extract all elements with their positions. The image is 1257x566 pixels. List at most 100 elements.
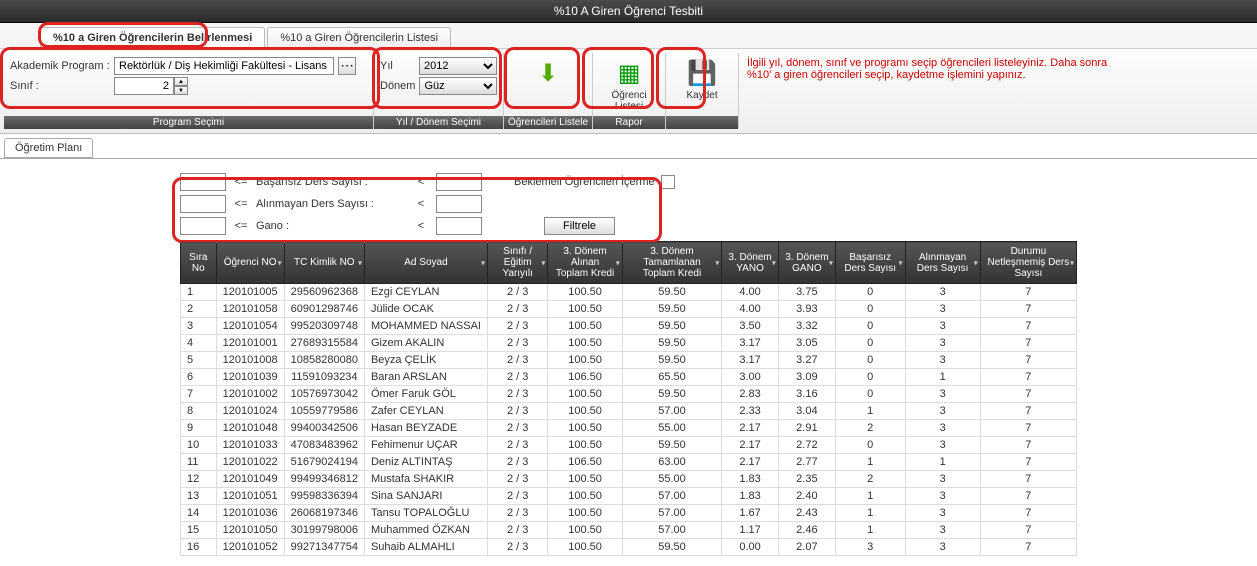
table-row[interactable]: 1012010103347083483962Fehimenur UÇAR2 / … — [181, 437, 1077, 454]
button-kaydet[interactable]: 💾 Kaydet — [672, 55, 732, 103]
cell-sira: 8 — [181, 403, 217, 420]
table-row[interactable]: 712010100210576973042Ömer Faruk GÖL2 / 3… — [181, 386, 1077, 403]
table-row[interactable]: 1112010102251679024194Deniz ALTINTAŞ2 / … — [181, 454, 1077, 471]
col-alinmayan[interactable]: Alınmayan Ders Sayısı▾ — [905, 242, 980, 284]
col-alinan-kredi[interactable]: 3. Dönem Alınan Toplam Kredi▾ — [548, 242, 622, 284]
report-label-1: Öğrenci — [607, 90, 651, 101]
cell-netlesmemis: 7 — [980, 318, 1076, 335]
cell-basarisiz: 1 — [835, 454, 905, 471]
button-ogrencileri-listele[interactable]: ⬇ — [510, 55, 586, 103]
cell-alinmayan: 3 — [905, 318, 980, 335]
col-netlesmemis[interactable]: Durumu Netleşmemiş Ders Sayısı▾ — [980, 242, 1076, 284]
cell-adsoyad: Tansu TOPALOĞLU — [364, 505, 487, 522]
col-tc[interactable]: TC Kimlik NO▾ — [284, 242, 364, 284]
cell-netlesmemis: 7 — [980, 505, 1076, 522]
table-row[interactable]: 312010105499520309748MOHAMMED NASSAI2 / … — [181, 318, 1077, 335]
filter-icon[interactable]: ▾ — [829, 258, 833, 267]
tab-listesi[interactable]: %10 a Giren Öğrencilerin Listesi — [267, 27, 451, 48]
sinif-down-button[interactable]: ▼ — [174, 86, 188, 95]
cell-tamamlanan-kredi: 55.00 — [622, 420, 722, 437]
cell-gano: 2.91 — [778, 420, 835, 437]
cell-basarisiz: 0 — [835, 437, 905, 454]
input-basarisiz-max[interactable] — [436, 173, 482, 191]
select-yil[interactable]: 2012 — [419, 57, 497, 75]
input-alinmayan-max[interactable] — [436, 195, 482, 213]
input-sinif[interactable] — [114, 77, 174, 95]
filter-icon[interactable]: ▾ — [616, 258, 620, 267]
table-row[interactable]: 1412010103626068197346Tansu TOPALOĞLU2 /… — [181, 505, 1077, 522]
col-sinif-yariyil[interactable]: Sınıfı / Eğitim Yarıyılı▾ — [487, 242, 547, 284]
cell-netlesmemis: 7 — [980, 352, 1076, 369]
table-row[interactable]: 1512010105030199798006Muhammed ÖZKAN2 / … — [181, 522, 1077, 539]
select-donem[interactable]: Güz — [419, 77, 497, 95]
sinif-up-button[interactable]: ▲ — [174, 77, 188, 86]
tab-ogretim-plani[interactable]: Öğretim Planı — [4, 138, 93, 158]
col-tamamlanan-kredi[interactable]: 3. Dönem Tamamlanan Toplam Kredi▾ — [622, 242, 722, 284]
filter-icon[interactable]: ▾ — [715, 258, 719, 267]
filter-row-gano: <= Gano : < Filtrele — [180, 217, 1257, 235]
cell-ogrenci-no: 120101008 — [216, 352, 284, 369]
table-row[interactable]: 412010100127689315584Gizem AKALIN2 / 310… — [181, 335, 1077, 352]
table-row[interactable]: 212010105860901298746Jülide OCAK2 / 3100… — [181, 301, 1077, 318]
col-basarisiz[interactable]: Başarısız Ders Sayısı▾ — [835, 242, 905, 284]
cell-alinmayan: 3 — [905, 352, 980, 369]
col-adsoyad[interactable]: Ad Soyad▾ — [364, 242, 487, 284]
main-tabs: %10 a Giren Öğrencilerin Belirlenmesi %1… — [0, 23, 1257, 49]
cell-alinan-kredi: 106.50 — [548, 454, 622, 471]
cell-yano: 1.67 — [722, 505, 779, 522]
col-ogrenci-no[interactable]: Öğrenci NO▾ — [216, 242, 284, 284]
cell-yano: 3.17 — [722, 352, 779, 369]
input-gano-min[interactable] — [180, 217, 226, 235]
table-row[interactable]: 1612010105299271347754Suhaib ALMAHLI2 / … — [181, 539, 1077, 556]
table-row[interactable]: 812010102410559779586Zafer CEYLAN2 / 310… — [181, 403, 1077, 420]
checkbox-beklemeli[interactable] — [661, 175, 675, 189]
col-yano[interactable]: 3. Dönem YANO▾ — [722, 242, 779, 284]
cell-sinif: 2 / 3 — [487, 505, 547, 522]
program-lookup-button[interactable]: ⋯ — [338, 57, 356, 75]
table-row[interactable]: 112010100529560962368Ezgi CEYLAN2 / 3100… — [181, 284, 1077, 301]
op-lt: < — [412, 176, 430, 188]
cell-tc: 11591093234 — [284, 369, 364, 386]
input-akademik-program[interactable] — [114, 57, 334, 75]
cell-sira: 9 — [181, 420, 217, 437]
filter-icon[interactable]: ▾ — [899, 258, 903, 267]
cell-tc: 26068197346 — [284, 505, 364, 522]
group-list: ⬇ Öğrencileri Listele — [504, 53, 593, 129]
tab-belirlenmesi[interactable]: %10 a Giren Öğrencilerin Belirlenmesi — [40, 27, 265, 48]
cell-sinif: 2 / 3 — [487, 488, 547, 505]
table-row[interactable]: 912010104899400342506Hasan BEYZADE2 / 31… — [181, 420, 1077, 437]
label-akademik-program: Akademik Program : — [10, 60, 110, 72]
filter-icon[interactable]: ▾ — [974, 258, 978, 267]
table-row[interactable]: 612010103911591093234Baran ARSLAN2 / 310… — [181, 369, 1077, 386]
cell-tc: 10576973042 — [284, 386, 364, 403]
filter-icon[interactable]: ▾ — [541, 258, 545, 267]
cell-yano: 2.17 — [722, 437, 779, 454]
report-label-2: Listesi — [607, 101, 651, 112]
filter-icon[interactable]: ▾ — [772, 258, 776, 267]
cell-sinif: 2 / 3 — [487, 369, 547, 386]
ribbon: Akademik Program : ⋯ Sınıf : ▲ ▼ Program… — [0, 49, 1257, 134]
cell-tamamlanan-kredi: 59.50 — [622, 539, 722, 556]
button-ogrenci-listesi-rapor[interactable]: ▦ Öğrenci Listesi — [599, 55, 659, 114]
download-arrow-icon: ⬇ — [518, 59, 578, 88]
filter-icon[interactable]: ▾ — [358, 258, 362, 267]
cell-yano: 3.17 — [722, 335, 779, 352]
table-row[interactable]: 1212010104999499346812Mustafa SHAKIR2 / … — [181, 471, 1077, 488]
filter-icon[interactable]: ▾ — [481, 258, 485, 267]
cell-basarisiz: 0 — [835, 352, 905, 369]
col-sira[interactable]: Sıra No — [181, 242, 217, 284]
input-basarisiz-min[interactable] — [180, 173, 226, 191]
col-gano[interactable]: 3. Dönem GANO▾ — [778, 242, 835, 284]
button-filtrele[interactable]: Filtrele — [544, 217, 615, 235]
cell-adsoyad: Suhaib ALMAHLI — [364, 539, 487, 556]
input-gano-max[interactable] — [436, 217, 482, 235]
group-term: Yıl 2012 Dönem Güz Yıl / Dönem Seçimi — [374, 53, 504, 129]
filter-icon[interactable]: ▾ — [278, 258, 282, 267]
input-alinmayan-min[interactable] — [180, 195, 226, 213]
table-row[interactable]: 512010100810858280080Beyza ÇELİK2 / 3100… — [181, 352, 1077, 369]
report-icon: ▦ — [607, 59, 651, 88]
group-title-list: Öğrencileri Listele — [504, 116, 592, 129]
filter-icon[interactable]: ▾ — [1070, 258, 1074, 267]
table-row[interactable]: 1312010105199598336394Sina SANJARI2 / 31… — [181, 488, 1077, 505]
cell-alinmayan: 3 — [905, 437, 980, 454]
